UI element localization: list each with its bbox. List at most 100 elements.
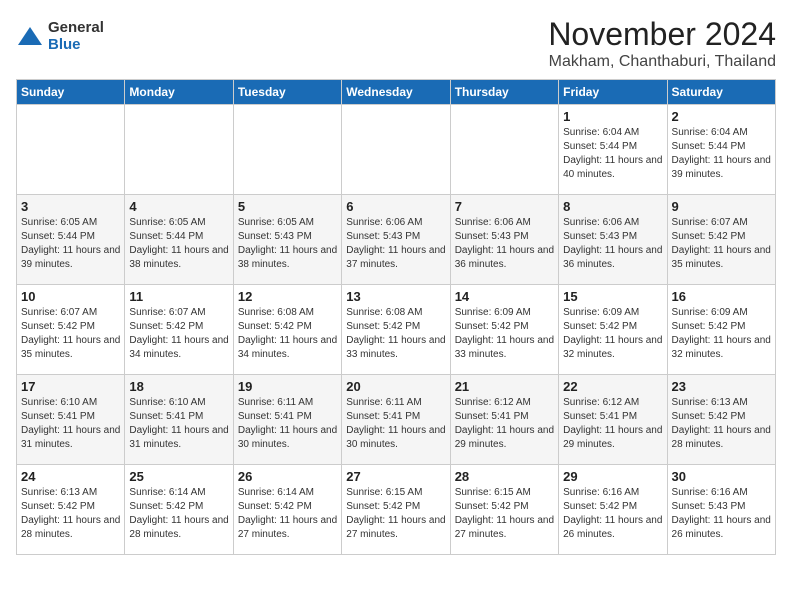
day-number: 14 [455, 289, 554, 304]
page-header: General Blue November 2024 Makham, Chant… [16, 16, 776, 71]
day-number: 24 [21, 469, 120, 484]
calendar-cell: 6 Sunrise: 6:06 AM Sunset: 5:43 PM Daylig… [342, 195, 450, 285]
calendar-cell [450, 105, 558, 195]
cell-info: Sunrise: 6:12 AM Sunset: 5:41 PM Dayligh… [563, 396, 662, 452]
cell-info: Sunrise: 6:06 AM Sunset: 5:43 PM Dayligh… [563, 216, 662, 272]
day-of-week-header: Friday [559, 80, 667, 105]
calendar-week-row: 17 Sunrise: 6:10 AM Sunset: 5:41 PM Dayli… [17, 375, 776, 465]
cell-info: Sunrise: 6:13 AM Sunset: 5:42 PM Dayligh… [672, 396, 771, 452]
day-of-week-header: Tuesday [233, 80, 341, 105]
calendar-cell: 22 Sunrise: 6:12 AM Sunset: 5:41 PM Dayli… [559, 375, 667, 465]
day-number: 26 [238, 469, 337, 484]
calendar-cell: 9 Sunrise: 6:07 AM Sunset: 5:42 PM Daylig… [667, 195, 775, 285]
cell-info: Sunrise: 6:15 AM Sunset: 5:42 PM Dayligh… [455, 486, 554, 542]
calendar-cell: 3 Sunrise: 6:05 AM Sunset: 5:44 PM Daylig… [17, 195, 125, 285]
calendar-cell: 5 Sunrise: 6:05 AM Sunset: 5:43 PM Daylig… [233, 195, 341, 285]
day-number: 6 [346, 199, 445, 214]
day-number: 15 [563, 289, 662, 304]
day-number: 27 [346, 469, 445, 484]
cell-info: Sunrise: 6:16 AM Sunset: 5:43 PM Dayligh… [672, 486, 771, 542]
calendar-week-row: 10 Sunrise: 6:07 AM Sunset: 5:42 PM Dayli… [17, 285, 776, 375]
cell-info: Sunrise: 6:14 AM Sunset: 5:42 PM Dayligh… [238, 486, 337, 542]
cell-info: Sunrise: 6:09 AM Sunset: 5:42 PM Dayligh… [563, 306, 662, 362]
calendar-week-row: 24 Sunrise: 6:13 AM Sunset: 5:42 PM Dayli… [17, 465, 776, 555]
day-number: 10 [21, 289, 120, 304]
calendar-cell: 14 Sunrise: 6:09 AM Sunset: 5:42 PM Dayli… [450, 285, 558, 375]
day-number: 2 [672, 109, 771, 124]
day-of-week-header: Monday [125, 80, 233, 105]
cell-info: Sunrise: 6:04 AM Sunset: 5:44 PM Dayligh… [563, 126, 662, 182]
calendar-week-row: 1 Sunrise: 6:04 AM Sunset: 5:44 PM Daylig… [17, 105, 776, 195]
day-number: 20 [346, 379, 445, 394]
logo: General Blue [16, 20, 104, 53]
cell-info: Sunrise: 6:06 AM Sunset: 5:43 PM Dayligh… [346, 216, 445, 272]
calendar-cell: 20 Sunrise: 6:11 AM Sunset: 5:41 PM Dayli… [342, 375, 450, 465]
day-number: 25 [129, 469, 228, 484]
calendar-cell: 21Sunrise: 6:12 AM Sunset: 5:41 PM Dayli… [450, 375, 558, 465]
calendar-cell: 10 Sunrise: 6:07 AM Sunset: 5:42 PM Dayli… [17, 285, 125, 375]
cell-info: Sunrise: 6:15 AM Sunset: 5:42 PM Dayligh… [346, 486, 445, 542]
cell-info: Sunrise: 6:08 AM Sunset: 5:42 PM Dayligh… [238, 306, 337, 362]
cell-info: Sunrise: 6:11 AM Sunset: 5:41 PM Dayligh… [346, 396, 445, 452]
calendar-cell: 29 Sunrise: 6:16 AM Sunset: 5:42 PM Dayli… [559, 465, 667, 555]
calendar-cell: 8 Sunrise: 6:06 AM Sunset: 5:43 PM Daylig… [559, 195, 667, 285]
day-number: 1 [563, 109, 662, 124]
cell-info: Sunrise: 6:09 AM Sunset: 5:42 PM Dayligh… [455, 306, 554, 362]
title-block: November 2024 Makham, Chanthaburi, Thail… [548, 16, 776, 71]
calendar-cell: 19 Sunrise: 6:11 AM Sunset: 5:41 PM Dayli… [233, 375, 341, 465]
calendar-cell: 28 Sunrise: 6:15 AM Sunset: 5:42 PM Dayli… [450, 465, 558, 555]
month-title: November 2024 [548, 16, 776, 53]
calendar-cell: 13 Sunrise: 6:08 AM Sunset: 5:42 PM Dayli… [342, 285, 450, 375]
cell-info: Sunrise: 6:13 AM Sunset: 5:42 PM Dayligh… [21, 486, 120, 542]
calendar-cell: 16 Sunrise: 6:09 AM Sunset: 5:42 PM Dayli… [667, 285, 775, 375]
day-number: 30 [672, 469, 771, 484]
calendar-cell [342, 105, 450, 195]
day-number: 22 [563, 379, 662, 394]
calendar-cell: 12 Sunrise: 6:08 AM Sunset: 5:42 PM Dayli… [233, 285, 341, 375]
cell-info: Sunrise: 6:09 AM Sunset: 5:42 PM Dayligh… [672, 306, 771, 362]
logo-blue-text: Blue [48, 37, 104, 54]
day-of-week-header: Thursday [450, 80, 558, 105]
calendar-cell: 30 Sunrise: 6:16 AM Sunset: 5:43 PM Dayli… [667, 465, 775, 555]
day-number: 28 [455, 469, 554, 484]
calendar-week-row: 3 Sunrise: 6:05 AM Sunset: 5:44 PM Daylig… [17, 195, 776, 285]
day-number: 18 [129, 379, 228, 394]
cell-info: Sunrise: 6:10 AM Sunset: 5:41 PM Dayligh… [21, 396, 120, 452]
day-number: 13 [346, 289, 445, 304]
day-number: 3 [21, 199, 120, 214]
calendar-cell: 11Sunrise: 6:07 AM Sunset: 5:42 PM Dayli… [125, 285, 233, 375]
cell-info: Sunrise: 6:10 AM Sunset: 5:41 PM Dayligh… [129, 396, 228, 452]
cell-info: Sunrise: 6:04 AM Sunset: 5:44 PM Dayligh… [672, 126, 771, 182]
calendar-cell: 26 Sunrise: 6:14 AM Sunset: 5:42 PM Dayli… [233, 465, 341, 555]
day-number: 29 [563, 469, 662, 484]
day-number: 7 [455, 199, 554, 214]
cell-info: Sunrise: 6:05 AM Sunset: 5:44 PM Dayligh… [21, 216, 120, 272]
cell-info: Sunrise: 6:05 AM Sunset: 5:43 PM Dayligh… [238, 216, 337, 272]
day-number: 19 [238, 379, 337, 394]
calendar-cell: 24 Sunrise: 6:13 AM Sunset: 5:42 PM Dayli… [17, 465, 125, 555]
day-number: 23 [672, 379, 771, 394]
calendar-cell [233, 105, 341, 195]
cell-info: Sunrise: 6:07 AM Sunset: 5:42 PM Dayligh… [21, 306, 120, 362]
day-number: 5 [238, 199, 337, 214]
calendar-cell: 4Sunrise: 6:05 AM Sunset: 5:44 PM Daylig… [125, 195, 233, 285]
day-number: 16 [672, 289, 771, 304]
cell-info: Sunrise: 6:16 AM Sunset: 5:42 PM Dayligh… [563, 486, 662, 542]
day-of-week-header: Sunday [17, 80, 125, 105]
cell-info: Sunrise: 6:11 AM Sunset: 5:41 PM Dayligh… [238, 396, 337, 452]
cell-info: Sunrise: 6:07 AM Sunset: 5:42 PM Dayligh… [672, 216, 771, 272]
calendar-cell: 23 Sunrise: 6:13 AM Sunset: 5:42 PM Dayli… [667, 375, 775, 465]
location-title: Makham, Chanthaburi, Thailand [548, 53, 776, 71]
day-of-week-header: Wednesday [342, 80, 450, 105]
cell-info: Sunrise: 6:08 AM Sunset: 5:42 PM Dayligh… [346, 306, 445, 362]
day-number: 12 [238, 289, 337, 304]
calendar-cell: 7Sunrise: 6:06 AM Sunset: 5:43 PM Daylig… [450, 195, 558, 285]
calendar-cell: 27 Sunrise: 6:15 AM Sunset: 5:42 PM Dayli… [342, 465, 450, 555]
day-number: 9 [672, 199, 771, 214]
day-number: 17 [21, 379, 120, 394]
calendar-cell: 18 Sunrise: 6:10 AM Sunset: 5:41 PM Dayli… [125, 375, 233, 465]
cell-info: Sunrise: 6:05 AM Sunset: 5:44 PM Dayligh… [129, 216, 228, 272]
logo-icon [16, 23, 44, 51]
cell-info: Sunrise: 6:12 AM Sunset: 5:41 PM Dayligh… [455, 396, 554, 452]
day-number: 8 [563, 199, 662, 214]
